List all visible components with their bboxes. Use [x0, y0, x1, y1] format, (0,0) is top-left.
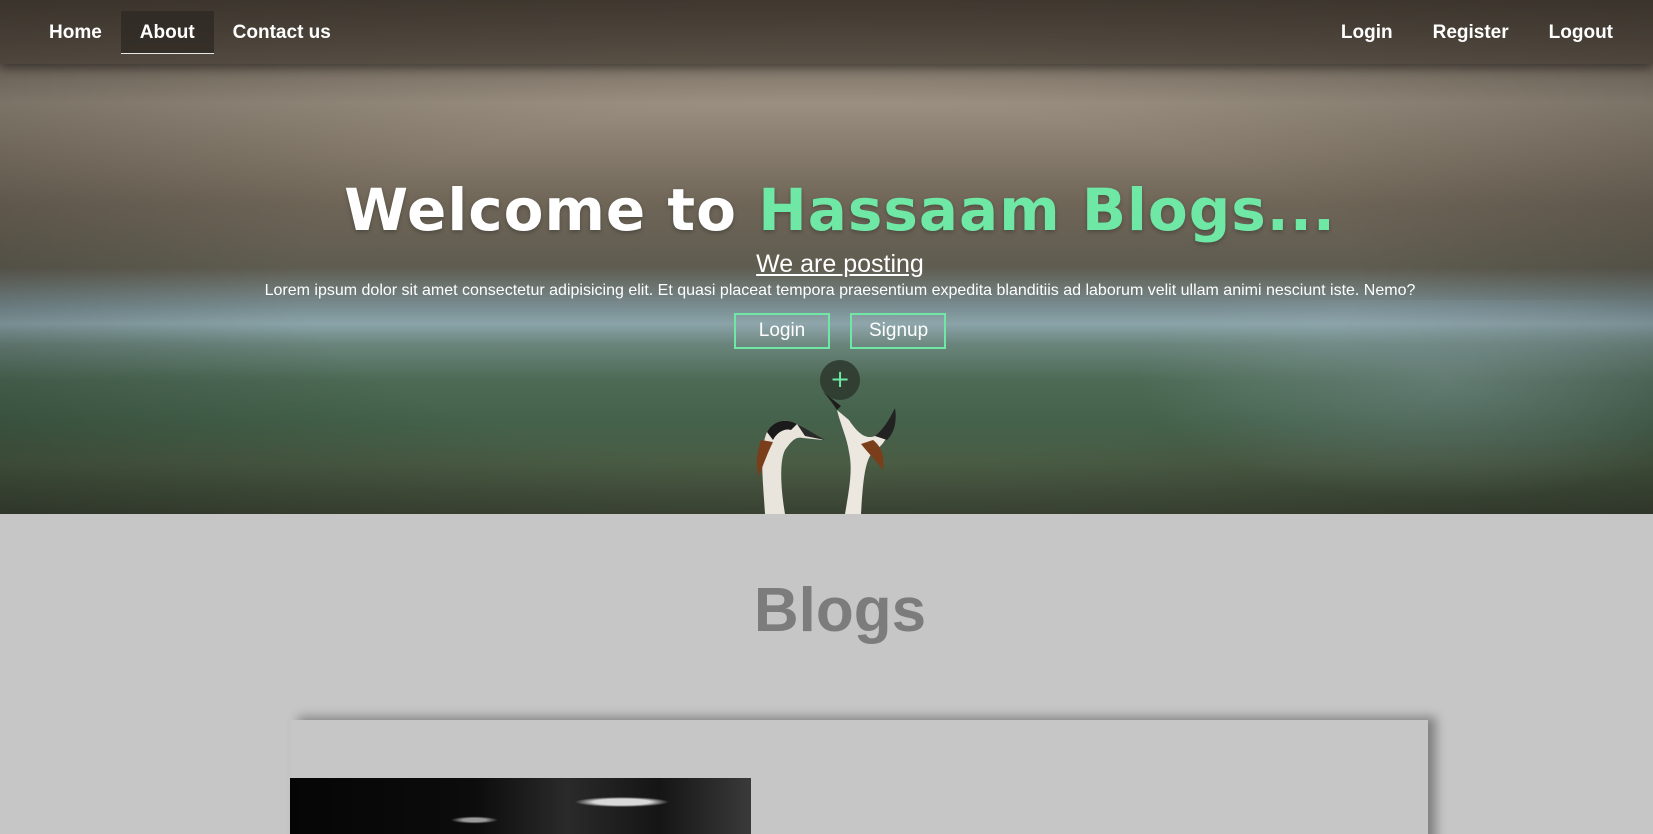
blog-card-image: [290, 778, 751, 834]
nav-login-link[interactable]: Login: [1321, 11, 1413, 54]
nav-home-link[interactable]: Home: [30, 11, 121, 54]
top-navbar: Home About Contact us Login Register Log…: [0, 0, 1653, 64]
hero-button-group: Login Signup: [0, 313, 1653, 349]
plus-icon[interactable]: +: [820, 360, 860, 400]
hero-title-accent: Hassaam Blogs...: [758, 176, 1336, 244]
hero-subtitle: We are posting: [756, 250, 924, 278]
hero-description: Lorem ipsum dolor sit amet consectetur a…: [264, 282, 1416, 299]
hero-birds-image: [756, 392, 896, 514]
hero-login-button[interactable]: Login: [734, 313, 830, 349]
hero-title: Welcome to Hassaam Blogs...: [0, 176, 1653, 244]
nav-logout-link[interactable]: Logout: [1529, 11, 1633, 54]
nav-contact-link[interactable]: Contact us: [214, 11, 350, 54]
nav-left-group: Home About Contact us: [30, 0, 350, 64]
hero-signup-button[interactable]: Signup: [850, 313, 946, 349]
nav-register-link[interactable]: Register: [1413, 11, 1529, 54]
nav-right-group: Login Register Logout: [1321, 0, 1633, 64]
blogs-heading: Blogs: [753, 576, 927, 645]
nav-about-link[interactable]: About: [120, 10, 214, 54]
hero-title-prefix: Welcome to: [344, 176, 759, 244]
